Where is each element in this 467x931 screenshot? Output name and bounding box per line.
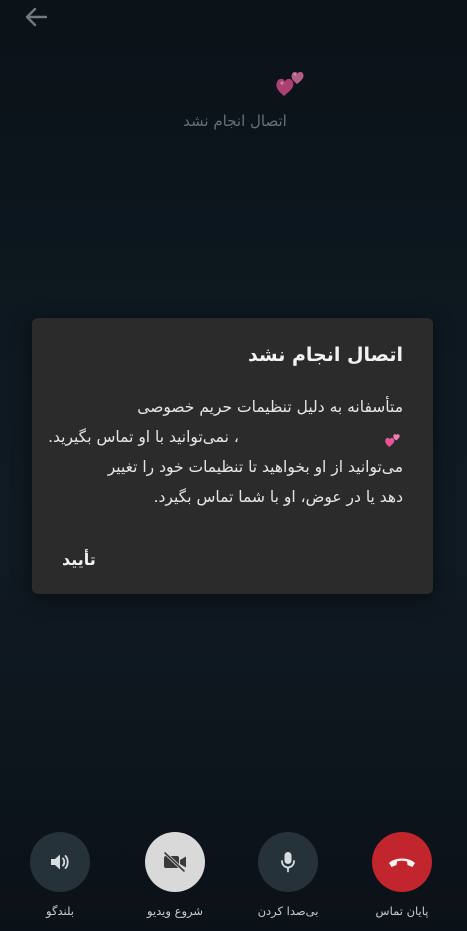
hang-up-icon [389, 858, 415, 867]
pink-hearts-icon [383, 429, 403, 447]
end-call-label: پایان تماس [375, 904, 429, 918]
video-label: شروع ویدیو [147, 904, 203, 918]
dialog-message-line-4: دهد یا در عوض، او با شما تماس بگیرد. [153, 488, 403, 506]
dialog-message-line-1: متأسفانه به دلیل تنظیمات حریم خصوصی [137, 398, 403, 416]
dialog-message-line-2: ، نمی‌توانید با او تماس بگیرید. [48, 422, 403, 452]
microphone-icon [281, 852, 295, 873]
speaker-label: بلندگو [46, 904, 74, 918]
dialog-message-line-2-text: ، نمی‌توانید با او تماس بگیرید. [48, 428, 239, 446]
call-failed-dialog: اتصال انجام نشد متأسفانه به دلیل تنظیمات… [32, 318, 433, 594]
mute-control: بی‌صدا کردن [243, 832, 333, 918]
speaker-control: بلندگو [15, 832, 105, 918]
dialog-title: اتصال انجام نشد [247, 344, 403, 366]
speaker-button[interactable] [30, 832, 90, 892]
start-video-button[interactable] [145, 832, 205, 892]
mute-label: بی‌صدا کردن [257, 904, 319, 918]
dialog-message-line-3: می‌توانید از او بخواهید تا تنظیمات خود ر… [107, 458, 403, 476]
call-controls: بلندگو شروع ویدیو بی‌صدا کردن [0, 832, 467, 931]
end-call-button[interactable] [372, 832, 432, 892]
video-off-icon [163, 851, 186, 873]
dialog-message: متأسفانه به دلیل تنظیمات حریم خصوصی ، نم… [48, 392, 403, 512]
mute-button[interactable] [258, 832, 318, 892]
video-control: شروع ویدیو [130, 832, 220, 918]
speaker-icon [51, 854, 69, 870]
confirm-button[interactable]: تأیید [62, 550, 96, 569]
end-call-control: پایان تماس [357, 832, 447, 918]
